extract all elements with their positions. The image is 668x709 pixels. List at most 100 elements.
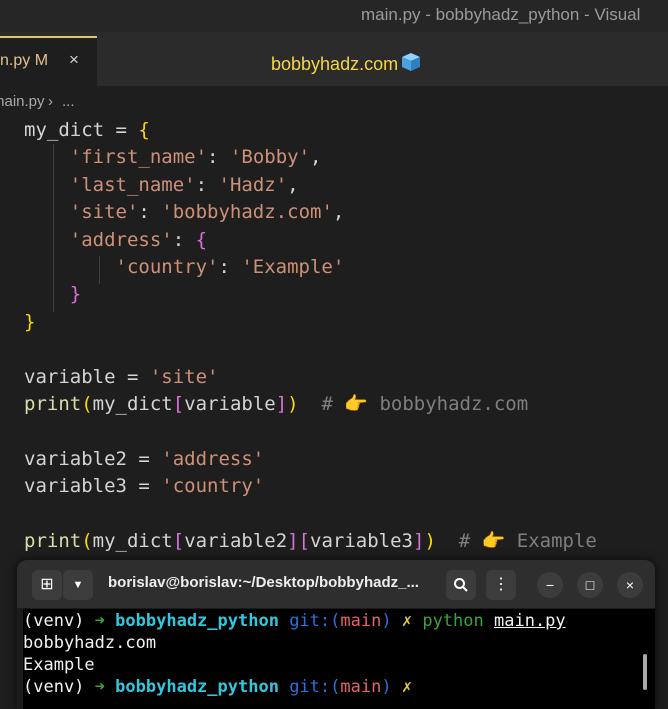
code-token: 'site' [149, 365, 219, 388]
code-token: ( [81, 393, 93, 415]
terminal-title: borislav@borislav:~/Desktop/bobbyhadz_..… [108, 574, 419, 591]
breadcrumb-more[interactable]: ... [62, 93, 75, 110]
code-line: 'address': { [24, 226, 207, 254]
code-token: = [115, 119, 127, 141]
terminal-line: (venv) ➜ bobbyhadz_python git:(main) ✗ p… [23, 611, 566, 631]
code-token: 'country' [161, 475, 265, 498]
code-line: } [24, 308, 35, 336]
code-token: 'last_name' [69, 173, 196, 196]
terminal-window[interactable]: ⊞ ▼ borislav@borislav:~/Desktop/bobbyhad… [17, 560, 655, 709]
code-token: ) [424, 530, 436, 552]
code-token: { [195, 228, 208, 251]
search-icon[interactable] [446, 570, 476, 600]
code-token: my_dict [92, 530, 173, 552]
code-token: 'Example' [241, 256, 345, 278]
code-token: ( [81, 530, 93, 552]
terminal-output[interactable]: (venv) ➜ bobbyhadz_python git:(main) ✗ p… [23, 609, 655, 709]
code-token: { [138, 119, 150, 141]
code-line: 'country': 'Example' [24, 253, 345, 281]
window-title: main.py - bobbyhadz_python - Visual [361, 5, 641, 24]
maximize-icon[interactable]: □ [577, 572, 603, 598]
code-token: [ [172, 393, 185, 415]
code-token: my_dict [24, 119, 116, 141]
close-window-icon[interactable]: × [617, 572, 643, 598]
chevron-down-icon[interactable]: ▼ [63, 570, 93, 600]
code-token: 'site' [69, 201, 139, 224]
code-token: # 👉 Example [435, 530, 597, 552]
code-token: : [207, 146, 230, 169]
tab-main-py[interactable]: n.py M × [0, 36, 97, 86]
code-token: ] [413, 530, 425, 552]
code-line: variable = 'site' [24, 363, 219, 391]
code-token: ] [275, 393, 288, 415]
code-token: : [172, 228, 196, 251]
code-token: # 👉 bobbyhadz.com [298, 393, 529, 415]
code-line: 'last_name': 'Hadz', [24, 171, 299, 199]
terminal-line: (venv) ➜ bobbyhadz_python git:(main) ✗ [23, 677, 413, 697]
terminal-line: Example [23, 655, 95, 675]
code-token: variable2 [184, 530, 288, 552]
code-token: print [24, 530, 82, 552]
code-line: print(my_dict[variable2][variable3]) # 👉… [24, 527, 597, 555]
code-token: , [310, 146, 322, 169]
code-token: variable3 [24, 475, 139, 498]
code-token: 'address' [69, 228, 173, 251]
breadcrumb: main.py › ... [0, 86, 668, 116]
breadcrumb-file[interactable]: main.py [0, 93, 45, 110]
code-token: 'Bobby' [229, 146, 311, 169]
code-line: 'first_name': 'Bobby', [24, 143, 322, 171]
code-token: ] [287, 530, 299, 552]
minimize-icon[interactable]: − [537, 572, 563, 598]
code-token: } [69, 283, 82, 306]
code-token: 'Hadz' [218, 173, 288, 196]
code-line: 'site': 'bobbyhadz.com', [24, 198, 345, 226]
code-token: 'country' [115, 256, 219, 278]
code-token: [ [172, 530, 185, 552]
code-token: [ [298, 530, 311, 552]
code-token: 'address' [161, 447, 265, 470]
code-line: print(my_dict[variable]) # 👉 bobbyhadz.c… [24, 390, 528, 418]
terminal-line: bobbyhadz.com [23, 633, 157, 653]
code-token: variable3 [310, 530, 413, 552]
code-token: : [195, 173, 219, 196]
code-token: variable [24, 365, 127, 388]
code-token: variable2 [24, 447, 139, 470]
menu-kebab-icon[interactable]: ⋮ [486, 570, 516, 600]
code-token: print [24, 393, 82, 415]
code-line: variable2 = 'address' [24, 445, 264, 473]
code-line: } [24, 280, 81, 308]
window-titlebar: main.py - bobbyhadz_python - Visual [0, 0, 668, 32]
tab-label: n.py M [0, 52, 49, 69]
code-token: my_dict [92, 393, 173, 415]
close-icon[interactable]: × [69, 50, 79, 70]
code-token: } [24, 310, 36, 333]
code-token: , [332, 201, 345, 224]
code-token: 'bobbyhadz.com' [161, 201, 333, 224]
new-terminal-icon[interactable]: ⊞ [32, 570, 62, 600]
code-token: 'first_name' [69, 146, 208, 169]
code-token: = [126, 365, 139, 388]
code-token: , [287, 173, 299, 196]
code-token: : [218, 256, 242, 278]
brand-text: bobbyhadz.com [271, 54, 399, 74]
terminal-scrollbar[interactable] [643, 654, 647, 690]
code-token: ) [287, 393, 299, 415]
code-line: my_dict = { [24, 116, 150, 144]
code-line: variable3 = 'country' [24, 472, 264, 500]
code-token: variable [184, 393, 276, 415]
brand-watermark: bobbyhadz.com [271, 52, 421, 77]
breadcrumb-separator: › [48, 93, 53, 110]
code-token: = [138, 475, 150, 498]
code-token: = [138, 447, 150, 470]
code-token: : [138, 201, 162, 224]
terminal-header: ⊞ ▼ borislav@borislav:~/Desktop/bobbyhad… [17, 560, 655, 608]
